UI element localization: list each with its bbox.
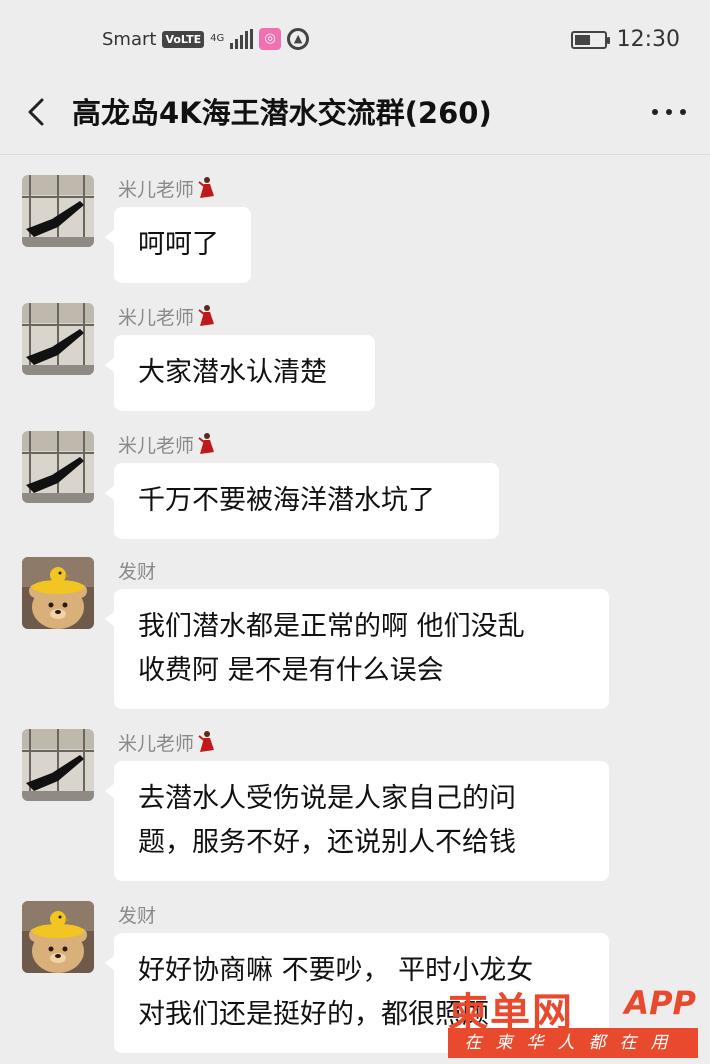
dance-avatar-image xyxy=(22,175,94,247)
sender-name-text: 发财 xyxy=(118,905,157,927)
teddy-bear-avatar-image xyxy=(22,901,94,973)
message-bubble[interactable]: 去潜水人受伤说是人家自己的问 题，服务不好，还说别人不给钱 xyxy=(105,761,609,881)
message-list[interactable]: 米儿老师 呵呵了 米儿老师 大家潜水认清楚 米儿老师 千万不要被海洋潜水坑了 发… xyxy=(0,155,710,1064)
sender-name-text: 米儿老师 xyxy=(118,435,195,457)
message-bubble[interactable]: 呵呵了 xyxy=(105,207,251,283)
teddy-bear-avatar-image xyxy=(22,557,94,629)
battery-icon xyxy=(570,30,610,49)
message-text-line: 我们潜水都是正常的啊 他们没乱 xyxy=(138,611,525,642)
sender-name-text: 米儿老师 xyxy=(118,733,195,755)
dancer-emoji-icon xyxy=(196,731,218,759)
message-text-line: 千万不要被海洋潜水坑了 xyxy=(138,485,435,516)
teddy-bear-avatar[interactable] xyxy=(22,901,94,973)
watermark-slogan: 在柬华人都在用 xyxy=(448,1028,698,1058)
message-text-line: 呵呵了 xyxy=(138,229,219,260)
sender-name: 米儿老师 xyxy=(118,729,218,759)
status-bar: Smart VoLTE 4G ◎ ▲ 12:30 xyxy=(0,0,710,82)
back-button[interactable] xyxy=(20,94,56,130)
carrier-label: Smart xyxy=(102,28,157,50)
dance-avatar-image xyxy=(22,303,94,375)
sender-name: 米儿老师 xyxy=(118,175,218,205)
message-text-line: 大家潜水认清楚 xyxy=(138,357,327,388)
sender-name: 发财 xyxy=(118,901,156,928)
notification-app-icon: ▲ xyxy=(287,28,310,50)
network-type-label: 4G xyxy=(210,33,225,44)
dance-avatar-image xyxy=(22,729,94,801)
message-bubble[interactable]: 我们潜水都是正常的啊 他们没乱 收费阿 是不是有什么误会 xyxy=(105,589,609,709)
dancer-emoji-icon xyxy=(196,177,218,205)
chat-header: 高龙岛4K海王潜水交流群(260) xyxy=(0,82,710,155)
signal-strength-icon xyxy=(230,29,254,49)
message-text-line: 收费阿 是不是有什么误会 xyxy=(138,655,444,686)
chat-title: 高龙岛4K海王潜水交流群(260) xyxy=(72,96,492,130)
more-dot-icon xyxy=(680,109,686,115)
more-dot-icon xyxy=(666,109,672,115)
sender-name-text: 米儿老师 xyxy=(118,179,195,201)
sender-name: 米儿老师 xyxy=(118,303,218,333)
camera-app-icon: ◎ xyxy=(259,28,282,50)
message-text-line: 去潜水人受伤说是人家自己的问 xyxy=(138,783,516,814)
dance-avatar[interactable] xyxy=(22,175,94,247)
dance-avatar[interactable] xyxy=(22,431,94,503)
clock: 12:30 xyxy=(616,27,680,52)
chevron-left-icon xyxy=(28,98,44,126)
message-text-line: 题，服务不好，还说别人不给钱 xyxy=(138,827,516,858)
dance-avatar-image xyxy=(22,431,94,503)
sender-name: 米儿老师 xyxy=(118,431,218,461)
dancer-emoji-icon xyxy=(196,305,218,333)
message-bubble[interactable]: 大家潜水认清楚 xyxy=(105,335,375,411)
watermark-app: APP xyxy=(624,984,696,1022)
message-bubble[interactable]: 千万不要被海洋潜水坑了 xyxy=(105,463,499,539)
more-options-button[interactable] xyxy=(652,100,686,124)
sender-name: 发财 xyxy=(118,557,156,584)
dancer-emoji-icon xyxy=(196,433,218,461)
volte-badge: VoLTE xyxy=(162,30,205,48)
dance-avatar[interactable] xyxy=(22,729,94,801)
battery-fill xyxy=(574,34,590,45)
teddy-bear-avatar[interactable] xyxy=(22,557,94,629)
more-dot-icon xyxy=(652,109,658,115)
status-right: 12:30 xyxy=(570,27,680,52)
sender-name-text: 米儿老师 xyxy=(118,307,195,329)
watermark-logo: 柬单网 APP 在柬华人都在用 xyxy=(448,980,704,1060)
status-left: Smart VoLTE 4G ◎ ▲ xyxy=(102,28,310,50)
dance-avatar[interactable] xyxy=(22,303,94,375)
sender-name-text: 发财 xyxy=(118,561,157,583)
